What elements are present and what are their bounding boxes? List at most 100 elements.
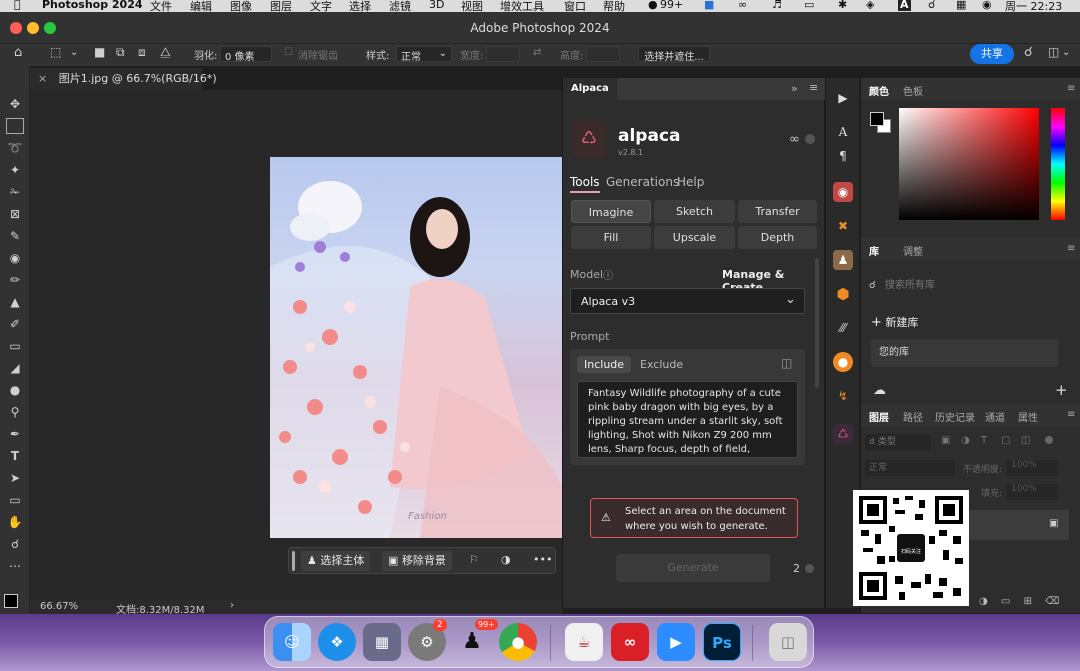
foreground-color-swatch[interactable] xyxy=(870,112,884,126)
menu-file[interactable]: 文件 xyxy=(150,0,172,12)
tab-libraries[interactable]: 库 xyxy=(869,243,879,258)
drag-handle[interactable] xyxy=(292,551,295,571)
eyedropper-icon[interactable]: ✎ xyxy=(6,228,24,244)
cube-plugin-icon[interactable]: ⬢ xyxy=(833,284,853,304)
menu-window[interactable]: 窗口 xyxy=(564,0,586,12)
java-icon[interactable]: ☕ xyxy=(565,623,603,661)
chevron-down-icon[interactable]: ⌄ xyxy=(70,47,78,58)
tab-channels[interactable]: 通道 xyxy=(985,409,1005,424)
menu-3d[interactable]: 3D xyxy=(429,0,444,11)
pen-icon[interactable]: ✒ xyxy=(6,426,24,442)
remove-background-button[interactable]: ▣ 移除背景 xyxy=(382,551,452,571)
trash-icon[interactable]: ◫ xyxy=(769,623,807,661)
menu-plugins[interactable]: 增效工具 xyxy=(500,0,544,12)
qq-status-icon[interactable]: ● xyxy=(648,0,658,11)
home-icon[interactable]: ⌂ xyxy=(14,45,22,60)
type-icon[interactable]: T xyxy=(6,448,24,464)
select-and-mask-button[interactable]: 选择并遮住... xyxy=(638,46,710,63)
prompt-textarea[interactable]: Fantasy Wildlife photography of a cute p… xyxy=(577,381,798,458)
foreground-color-swatch[interactable] xyxy=(4,594,18,608)
your-library-item[interactable]: 您的库 xyxy=(871,339,1058,367)
hue-slider[interactable] xyxy=(1051,108,1065,220)
app-store-status-icon[interactable]: ■ xyxy=(704,0,714,11)
eraser-icon[interactable]: ▭ xyxy=(6,338,24,354)
new-layer-icon[interactable]: ⊞ xyxy=(1024,596,1032,607)
path-select-icon[interactable]: ➤ xyxy=(6,470,24,486)
group-icon[interactable]: ▭ xyxy=(1001,596,1010,607)
generate-button[interactable]: Generate xyxy=(616,554,770,582)
filter-shape-icon[interactable]: ▢ xyxy=(1001,435,1010,446)
clone-stamp-icon[interactable]: ▲ xyxy=(6,294,24,310)
imagine-button[interactable]: Imagine xyxy=(571,200,651,223)
tab-adjustments[interactable]: 调整 xyxy=(903,243,923,258)
height-input[interactable] xyxy=(586,46,620,62)
panel-menu-icon[interactable]: ≡ xyxy=(1067,243,1075,254)
menu-select[interactable]: 选择 xyxy=(349,0,371,12)
cloud-icon[interactable]: ☁ xyxy=(873,383,886,398)
feather-input[interactable]: 0 像素 xyxy=(220,46,272,63)
layer-filter-select[interactable]: ☌ 类型 xyxy=(865,434,931,450)
menu-help[interactable]: 帮助 xyxy=(603,0,625,12)
creative-cloud-icon[interactable]: ∞ xyxy=(611,623,649,661)
history-brush-icon[interactable]: ✐ xyxy=(6,316,24,332)
fill-input[interactable]: 100% xyxy=(1007,484,1057,500)
filter-type-icon[interactable]: T xyxy=(981,435,987,446)
alpaca-panel-tab[interactable]: Alpaca xyxy=(563,78,617,100)
generation-count[interactable]: 2 xyxy=(793,562,800,575)
swap-icon[interactable]: ⇄ xyxy=(533,47,541,58)
paint-bucket-icon[interactable]: ◢ xyxy=(6,360,24,376)
color-field[interactable] xyxy=(899,108,1039,220)
bluetooth-icon[interactable]: ✱ xyxy=(838,0,847,11)
portrait-icon[interactable]: ♟ xyxy=(833,250,853,270)
tab-color[interactable]: 颜色 xyxy=(869,83,889,98)
new-selection-icon[interactable]: ■ xyxy=(94,45,105,59)
zoom-icon[interactable]: ☌ xyxy=(6,536,24,552)
fill-button[interactable]: Fill xyxy=(571,226,651,249)
sketch-button[interactable]: Sketch xyxy=(654,200,735,223)
document-image[interactable]: Fashion xyxy=(270,157,562,538)
filter-toggle-icon[interactable] xyxy=(1045,436,1053,444)
alpaca-plugin-icon[interactable]: ♺ xyxy=(833,424,853,444)
move-tool-icon[interactable]: ✥ xyxy=(6,96,24,112)
add-selection-icon[interactable]: ⧉ xyxy=(116,45,125,60)
rectangle-shape-icon[interactable]: ▭ xyxy=(6,492,24,508)
width-input[interactable] xyxy=(486,46,520,62)
tab-properties[interactable]: 属性 xyxy=(1018,409,1038,424)
add-icon[interactable]: + xyxy=(1055,381,1068,399)
include-tab[interactable]: Include xyxy=(577,356,632,373)
wifi-icon[interactable]: ◈ xyxy=(866,0,874,11)
scrollbar[interactable] xyxy=(815,258,819,388)
menu-edit[interactable]: 编辑 xyxy=(190,0,212,12)
hand-icon[interactable]: ✋ xyxy=(6,514,24,530)
intersect-selection-icon[interactable]: ⧋ xyxy=(160,45,171,60)
search-icon[interactable]: ☌ xyxy=(1024,45,1033,60)
chrome-icon[interactable]: ● xyxy=(499,623,537,661)
opacity-input[interactable]: 100% xyxy=(1007,460,1057,476)
zoom-level[interactable]: 66.67% xyxy=(40,601,78,612)
play-icon[interactable]: ▶ xyxy=(833,88,853,108)
close-icon[interactable]: × xyxy=(38,72,47,85)
document-tab[interactable]: × 图片1.jpg @ 66.7%(RGB/16*) xyxy=(30,68,217,90)
marquee-tool-icon[interactable]: ⬚ xyxy=(50,45,61,59)
depth-button[interactable]: Depth xyxy=(738,226,817,249)
tools-icon[interactable]: ✖ xyxy=(833,216,853,236)
input-method-icon[interactable]: A xyxy=(898,0,911,11)
library-search[interactable]: ☌ 搜索所有库 xyxy=(869,276,1059,294)
launchpad-icon[interactable]: ▦ xyxy=(363,623,401,661)
workspace-icon[interactable]: ◫ xyxy=(1048,45,1059,59)
brush-icon[interactable]: ✏ xyxy=(6,272,24,288)
contrast-icon[interactable]: ◑ xyxy=(501,553,511,566)
more-tools-icon[interactable]: ⋯ xyxy=(6,558,24,574)
tab-generations[interactable]: Generations xyxy=(606,175,679,189)
brush-strokes-icon[interactable]: ⁄⁄⁄ xyxy=(833,318,853,338)
frame-icon[interactable]: ⊠ xyxy=(6,206,24,222)
app-menu[interactable]: Photoshop 2024 xyxy=(42,0,143,11)
tab-layers[interactable]: 图层 xyxy=(869,409,889,424)
control-center-icon[interactable]: ▦ xyxy=(956,0,966,11)
tab-help[interactable]: Help xyxy=(677,175,704,189)
count-toggle-icon[interactable] xyxy=(805,564,814,573)
battery-icon[interactable]: ▭ xyxy=(804,0,814,11)
flag-icon[interactable]: ⚐ xyxy=(469,553,479,566)
siri-icon[interactable]: ◉ xyxy=(982,0,992,11)
filter-smart-icon[interactable]: ◫ xyxy=(1021,435,1030,446)
